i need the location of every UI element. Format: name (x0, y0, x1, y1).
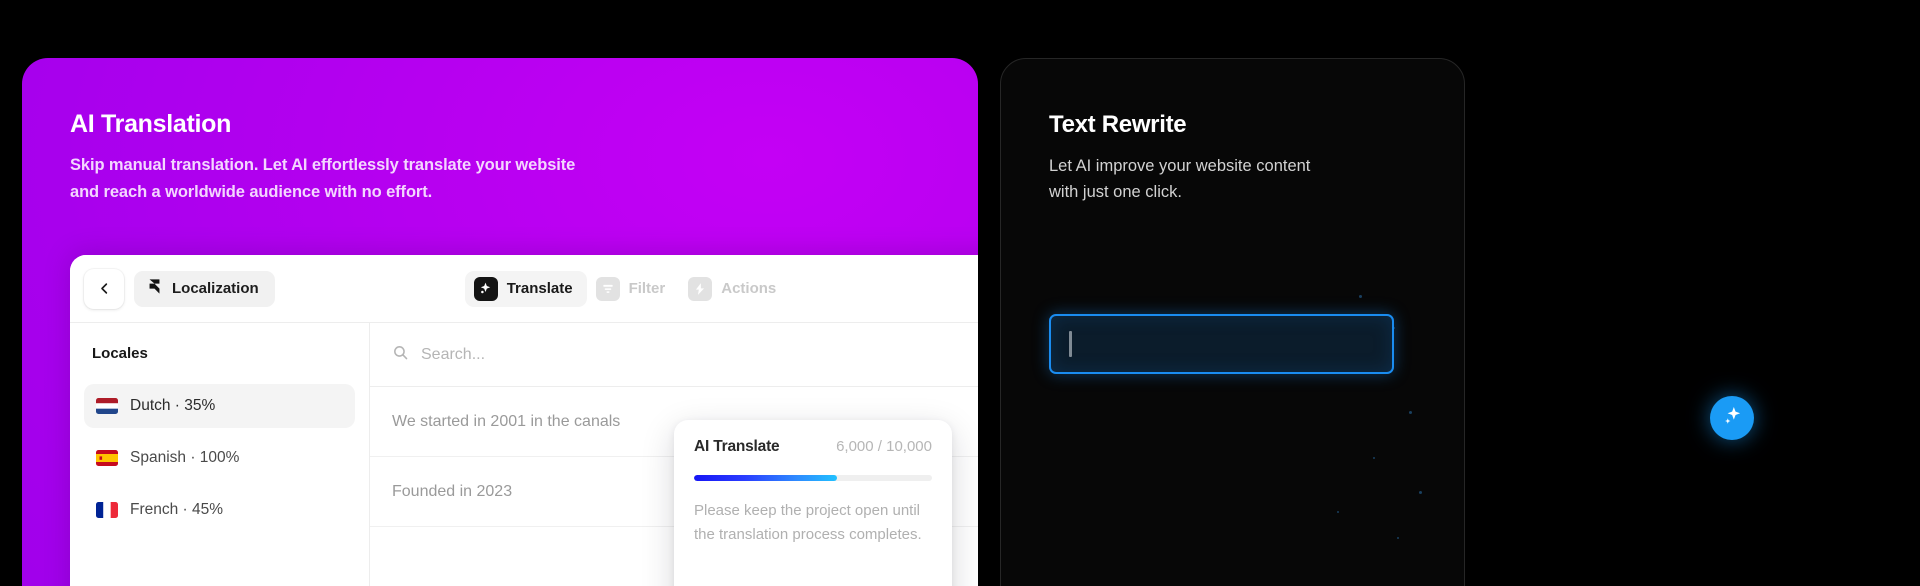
locales-heading: Locales (92, 345, 148, 362)
sparkle-icon (1721, 405, 1743, 432)
ai-translation-subtitle: Skip manual translation. Let AI effortle… (70, 156, 576, 201)
flag-nl-icon (96, 398, 118, 414)
screenshot-stage: AI Translation Skip manual translation. … (0, 0, 1920, 586)
content-row-2-text: Founded in 2023 (392, 482, 513, 500)
breadcrumb-localization[interactable]: Localization (134, 270, 275, 307)
flag-fr-icon (96, 502, 118, 518)
search-icon (392, 344, 409, 366)
locale-label-french: French · 45% (130, 501, 224, 518)
toolbar-item-filter[interactable]: Filter (587, 271, 680, 307)
flag-es-icon (96, 450, 118, 466)
toolbar-item-translate[interactable]: Translate (464, 270, 587, 307)
locale-label-dutch: Dutch · 35% (130, 397, 216, 414)
locale-label-spanish: Spanish · 100% (130, 449, 240, 466)
toolbar-label-actions: Actions (721, 280, 777, 297)
locale-item-dutch[interactable]: Dutch · 35% (84, 384, 355, 428)
ai-translate-note: Please keep the project open until the t… (694, 502, 922, 543)
text-rewrite-card: Text Rewrite Let AI improve your website… (1000, 58, 1465, 586)
chevron-left-icon (97, 281, 112, 296)
ai-translate-progress-fill (694, 475, 837, 481)
text-rewrite-title: Text Rewrite (1049, 111, 1187, 138)
filter-square-icon (595, 276, 620, 301)
ai-translate-token-count: 6,000 / 10,000 (836, 438, 932, 455)
locale-item-french[interactable]: French · 45% (84, 488, 355, 532)
framer-logo-icon (146, 278, 163, 299)
locale-item-spanish[interactable]: Spanish · 100% (84, 436, 355, 480)
toolbar-item-actions[interactable]: Actions (679, 271, 790, 307)
search-placeholder: Search... (421, 345, 486, 363)
locales-sidebar: Locales Dutch · 35% Spanish · 100% Frenc… (70, 323, 370, 586)
bolt-square-icon (688, 276, 713, 301)
ai-translate-progress-bar (694, 475, 932, 481)
rewrite-text-input[interactable] (1049, 314, 1394, 374)
breadcrumb-label: Localization (172, 280, 259, 297)
ai-translation-title: AI Translation (70, 110, 232, 138)
app-toolbar: Localization Translate Filter Actions (70, 255, 978, 323)
text-cursor (1069, 331, 1072, 357)
content-row-1-text: We started in 2001 in the canals (392, 412, 621, 430)
ai-translate-popup-title: AI Translate (694, 438, 780, 455)
rewrite-generate-button[interactable] (1710, 396, 1754, 440)
sparkle-square-icon (473, 276, 498, 301)
ai-translate-popup-header: AI Translate 6,000 / 10,000 (694, 438, 932, 456)
toolbar-label-translate: Translate (506, 280, 573, 297)
search-input[interactable]: Search... (370, 323, 978, 387)
back-button[interactable] (84, 268, 124, 309)
toolbar-label-filter: Filter (628, 280, 666, 297)
ai-translation-card: AI Translation Skip manual translation. … (22, 58, 978, 586)
ai-translate-popup: AI Translate 6,000 / 10,000 Please keep … (674, 420, 952, 586)
text-rewrite-subtitle: Let AI improve your website content with… (1049, 157, 1311, 202)
